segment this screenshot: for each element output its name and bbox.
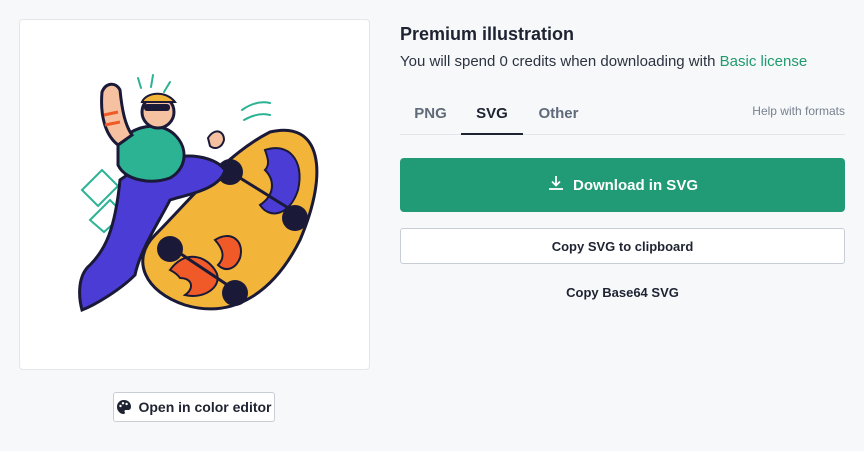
tab-svg[interactable]: SVG — [461, 96, 523, 135]
tab-png[interactable]: PNG — [400, 96, 461, 135]
copy-svg-button[interactable]: Copy SVG to clipboard — [400, 228, 845, 264]
credits-info: You will spend 0 credits when downloadin… — [400, 53, 807, 70]
download-label: Download in SVG — [572, 176, 698, 194]
skateboarder-illustration — [78, 74, 319, 312]
color-editor-label: Open in color editor — [138, 399, 272, 415]
license-link[interactable]: Basic license — [720, 53, 808, 70]
open-color-editor-button[interactable]: Open in color editor — [113, 392, 275, 422]
download-icon — [547, 174, 565, 196]
download-button[interactable]: Download in SVG — [400, 158, 845, 212]
palette-icon — [116, 399, 132, 415]
copy-base64-button[interactable]: Copy Base64 SVG — [400, 285, 845, 300]
credits-text: You will spend 0 credits when downloadin… — [400, 53, 720, 70]
tab-other[interactable]: Other — [523, 96, 594, 135]
illustration-preview — [19, 19, 370, 370]
help-formats-link[interactable]: Help with formats — [752, 104, 845, 118]
page-title: Premium illustration — [400, 24, 575, 44]
format-tabs: PNG SVG Other Help with formats — [400, 96, 845, 135]
